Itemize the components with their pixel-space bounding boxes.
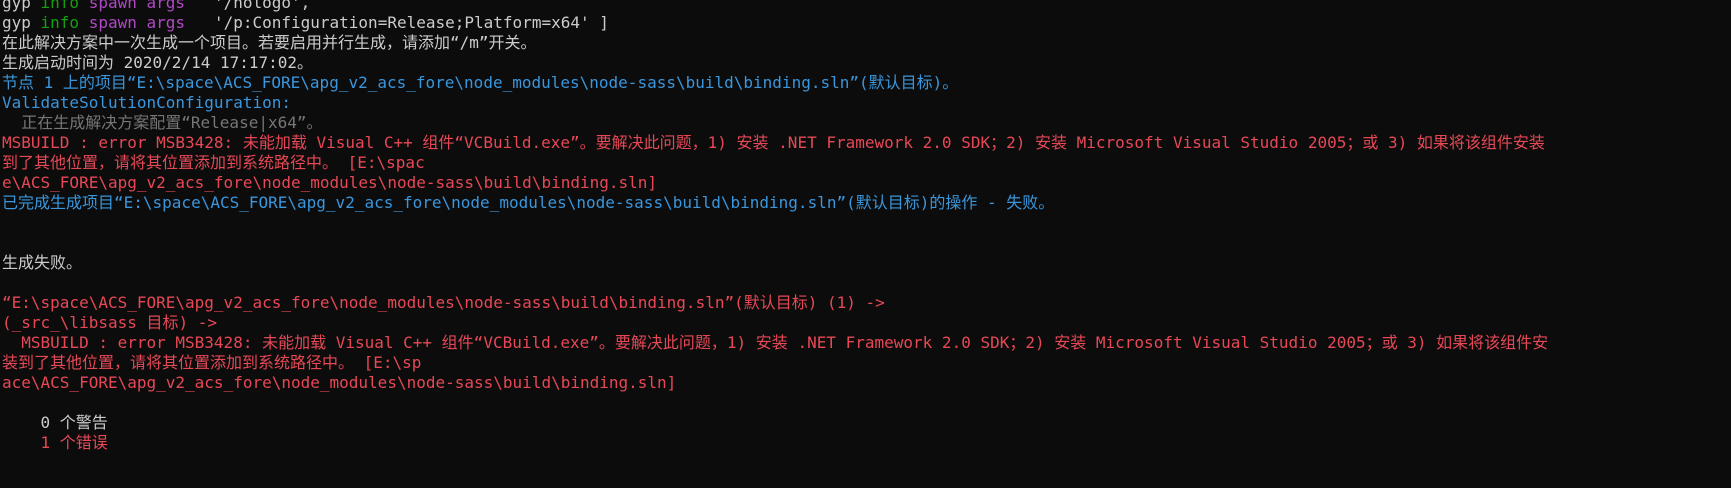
console-line: 装到了其他位置，请将其位置添加到系统路径中。 [E:\sp (2, 353, 1731, 373)
console-line: 节点 1 上的项目“E:\space\ACS_FORE\apg_v2_acs_f… (2, 73, 1731, 93)
console-line: 在此解决方案中一次生成一个项目。若要启用并行生成，请添加“/m”开关。 (2, 33, 1731, 53)
console-line: (_src_\libsass 目标) -> (2, 313, 1731, 333)
console-text: 在此解决方案中一次生成一个项目。若要启用并行生成，请添加“/m”开关。 (2, 33, 537, 52)
console-text: 到了其他位置，请将其位置添加到系统路径中。 [E:\spac (2, 153, 425, 172)
console-line: 0 个警告 (2, 413, 1731, 433)
console-text: 0 个警告 (2, 413, 108, 432)
console-line: MSBUILD : error MSB3428: 未能加载 Visual C++… (2, 133, 1731, 153)
console-text: 生成失败。 (2, 253, 83, 272)
console-text: '/nologo', (185, 0, 311, 12)
console-text: info (40, 0, 89, 12)
console-line: e\ACS_FORE\apg_v2_acs_fore\node_modules\… (2, 173, 1731, 193)
console-line: 已完成生成项目“E:\space\ACS_FORE\apg_v2_acs_for… (2, 193, 1731, 213)
console-line: 正在生成解决方案配置“Release|x64”。 (2, 113, 1731, 133)
console-text: “E:\space\ACS_FORE\apg_v2_acs_fore\node_… (2, 293, 885, 312)
console-text: gyp (2, 0, 41, 12)
console-text: '/p:Configuration=Release;Platform=x64' … (185, 13, 609, 32)
console-line: gyp info spawn args '/p:Configuration=Re… (2, 13, 1731, 33)
console-line: ValidateSolutionConfiguration: (2, 93, 1731, 113)
console-text: 正在生成解决方案配置“Release|x64”。 (2, 113, 323, 132)
console-text: 1 个错误 (2, 433, 108, 452)
console-line: 到了其他位置，请将其位置添加到系统路径中。 [E:\spac (2, 153, 1731, 173)
console-text: MSBUILD : error MSB3428: 未能加载 Visual C++… (2, 333, 1549, 352)
console-text: (_src_\libsass 目标) -> (2, 313, 218, 332)
console-text: spawn args (88, 13, 186, 32)
console-text: ace\ACS_FORE\apg_v2_acs_fore\node_module… (2, 373, 677, 392)
console-line: gyp info spawn args '/nologo', (2, 0, 1731, 13)
console-text: gyp (2, 13, 41, 32)
console-output[interactable]: gyp info spawn args '/nologo', gyp info s… (2, 0, 1731, 453)
console-text: 已完成生成项目“E:\space\ACS_FORE\apg_v2_acs_for… (2, 193, 1055, 212)
console-line: 生成启动时间为 2020/2/14 17:17:02。 (2, 53, 1731, 73)
console-text: spawn args (88, 0, 186, 12)
console-line: 1 个错误 (2, 433, 1731, 453)
console-text: ValidateSolutionConfiguration: (2, 93, 291, 112)
console-line: 生成失败。 (2, 253, 1731, 273)
console-text: 装到了其他位置，请将其位置添加到系统路径中。 [E:\sp (2, 353, 422, 372)
console-line: ace\ACS_FORE\apg_v2_acs_fore\node_module… (2, 373, 1731, 393)
console-text: info (40, 13, 89, 32)
console-text: 节点 1 上的项目“E:\space\ACS_FORE\apg_v2_acs_f… (2, 73, 959, 92)
console-text: 生成启动时间为 2020/2/14 17:17:02。 (2, 53, 314, 72)
console-text: MSBUILD : error MSB3428: 未能加载 Visual C++… (2, 133, 1545, 152)
console-line: “E:\space\ACS_FORE\apg_v2_acs_fore\node_… (2, 293, 1731, 313)
console-text: e\ACS_FORE\apg_v2_acs_fore\node_modules\… (2, 173, 658, 192)
console-line: MSBUILD : error MSB3428: 未能加载 Visual C++… (2, 333, 1731, 353)
